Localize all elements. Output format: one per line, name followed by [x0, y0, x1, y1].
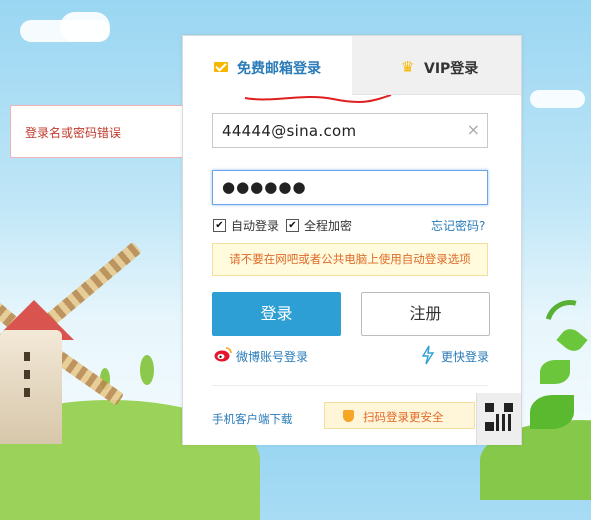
full-encrypt-checkbox[interactable]: ✔ — [286, 219, 299, 232]
tab-vip-login[interactable]: VIP登录 — [352, 36, 521, 95]
full-encrypt-label[interactable]: 全程加密 — [304, 217, 352, 234]
auto-login-label[interactable]: 自动登录 — [231, 217, 279, 234]
qr-code-icon — [485, 403, 513, 431]
login-tabs: 免费邮箱登录 VIP登录 ♛ — [183, 36, 521, 103]
username-value: 44444@sina.com — [222, 122, 357, 140]
lightning-icon[interactable] — [421, 345, 435, 365]
footer-divider — [212, 385, 488, 386]
qr-code-toggle[interactable] — [476, 393, 521, 445]
auto-login-warning: 请不要在网吧或者公共电脑上使用自动登录选项 — [212, 243, 488, 276]
weibo-icon[interactable] — [214, 346, 232, 362]
password-input[interactable]: ●●●●●● — [212, 170, 488, 205]
password-value: ●●●●●● — [222, 178, 307, 196]
faster-login-link[interactable]: 更快登录 — [441, 348, 489, 365]
warning-text: 请不要在网吧或者公共电脑上使用自动登录选项 — [229, 252, 471, 266]
scan-login-text: 扫码登录更安全 — [363, 410, 444, 424]
mobile-client-download-link[interactable]: 手机客户端下载 — [212, 411, 293, 427]
username-input[interactable]: 44444@sina.com × — [212, 113, 488, 148]
error-tooltip: 登录名或密码错误 — [10, 105, 194, 158]
tab-free-mail-login-label: 免费邮箱登录 — [237, 61, 321, 77]
tab-free-mail-login[interactable]: 免费邮箱登录 — [183, 36, 392, 103]
login-panel: 免费邮箱登录 VIP登录 ♛ 44444@sina.com × ●●●●●● ✔… — [182, 35, 522, 445]
register-button[interactable]: 注册 — [361, 292, 490, 336]
clear-icon[interactable]: × — [467, 120, 480, 139]
crown-icon: ♛ — [401, 58, 415, 76]
error-message: 登录名或密码错误 — [25, 126, 122, 140]
auto-login-checkbox[interactable]: ✔ — [213, 219, 226, 232]
mail-icon — [214, 62, 228, 72]
weibo-login-link[interactable]: 微博账号登录 — [236, 348, 308, 365]
shield-icon — [343, 410, 354, 422]
forgot-password-link[interactable]: 忘记密码? — [431, 217, 485, 234]
tab-vip-login-label: VIP登录 — [424, 61, 479, 77]
login-button[interactable]: 登录 — [212, 292, 341, 336]
scan-login-banner[interactable]: 扫码登录更安全 — [324, 402, 475, 429]
